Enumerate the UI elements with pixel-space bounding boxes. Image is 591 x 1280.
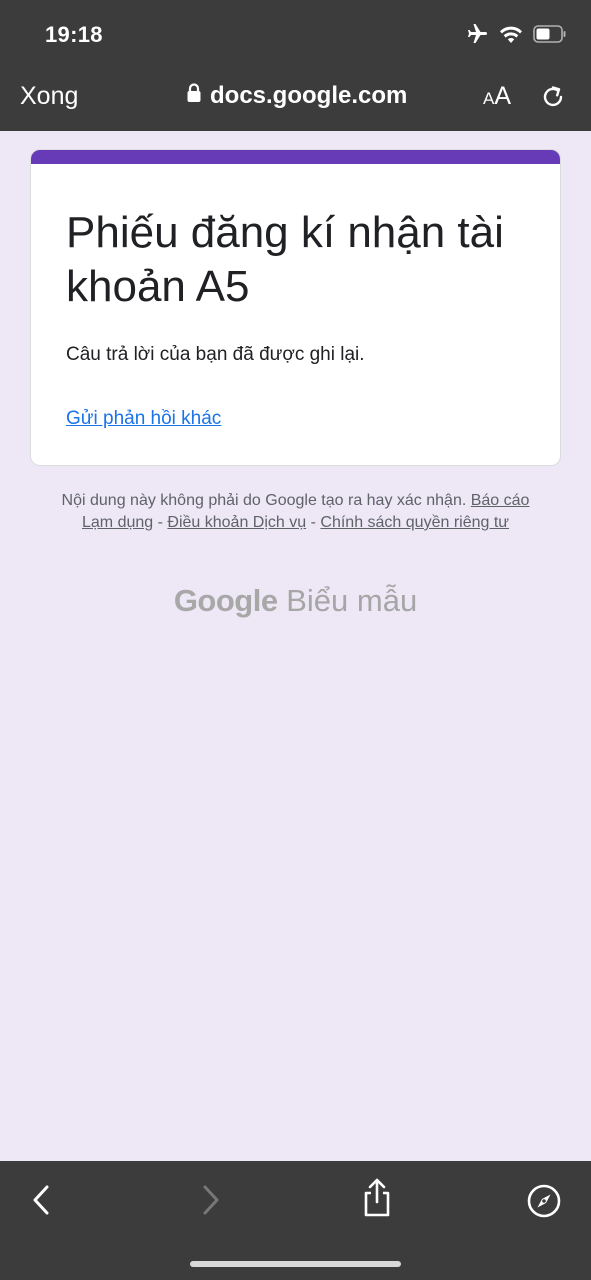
brand-google: Google bbox=[173, 583, 278, 618]
battery-icon bbox=[533, 25, 567, 43]
status-time: 19:18 bbox=[45, 22, 103, 47]
wifi-icon bbox=[499, 24, 523, 44]
reader-label-large: A bbox=[494, 82, 512, 110]
url-text: docs.google.com bbox=[210, 82, 408, 109]
separator: - bbox=[157, 514, 163, 531]
reload-icon[interactable] bbox=[539, 83, 567, 116]
lock-icon bbox=[186, 82, 202, 110]
submit-another-link[interactable]: Gửi phản hồi khác bbox=[66, 408, 221, 430]
back-icon[interactable] bbox=[30, 1183, 54, 1222]
reader-settings-button[interactable]: AA bbox=[483, 82, 511, 111]
disclaimer: Nội dung này không phải do Google tạo ra… bbox=[55, 490, 536, 534]
form-confirmation-card: Phiếu đăng kí nhận tài khoản A5 Câu trả … bbox=[30, 149, 561, 466]
forward-icon[interactable] bbox=[198, 1183, 222, 1222]
home-indicator[interactable] bbox=[190, 1261, 401, 1267]
share-icon[interactable] bbox=[360, 1177, 394, 1224]
form-title: Phiếu đăng kí nhận tài khoản A5 bbox=[66, 208, 504, 311]
reader-label-small: A bbox=[483, 89, 495, 108]
airplane-icon bbox=[465, 22, 489, 46]
google-forms-logo[interactable]: Google Biểu mẫu bbox=[0, 583, 591, 619]
privacy-link[interactable]: Chính sách quyền riêng tư bbox=[320, 514, 509, 531]
card-accent-bar bbox=[31, 150, 560, 164]
disclaimer-text: Nội dung này không phải do Google tạo ra… bbox=[61, 492, 467, 509]
separator: - bbox=[310, 514, 316, 531]
browser-chrome: 19:18 Xong docs.google.com AA bbox=[0, 0, 591, 131]
terms-link[interactable]: Điều khoản Dịch vụ bbox=[167, 514, 306, 531]
address-bar[interactable]: docs.google.com bbox=[186, 82, 407, 110]
confirmation-message: Câu trả lời của bạn đã được ghi lại. bbox=[66, 344, 365, 365]
compass-icon[interactable] bbox=[526, 1183, 562, 1224]
done-button[interactable]: Xong bbox=[20, 82, 78, 111]
brand-forms: Biểu mẫu bbox=[286, 583, 418, 618]
status-icons bbox=[465, 22, 567, 46]
